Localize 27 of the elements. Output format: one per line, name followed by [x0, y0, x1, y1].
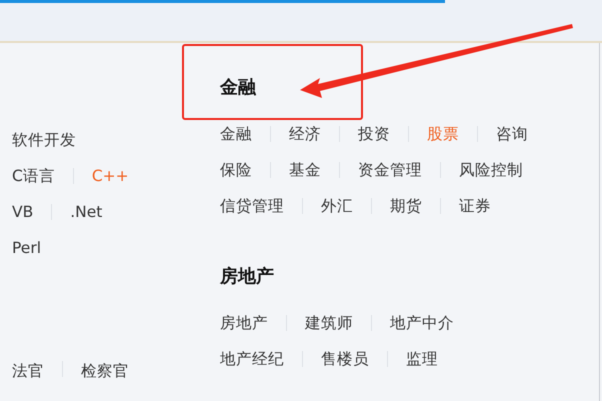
- category-link[interactable]: 地产经纪: [220, 348, 284, 370]
- category-link[interactable]: 检察官: [81, 361, 129, 382]
- category-link[interactable]: C语言: [12, 166, 55, 186]
- category-link[interactable]: 外汇: [321, 196, 353, 216]
- category-link[interactable]: .Net: [70, 203, 102, 221]
- section-heading: 房地产: [220, 265, 275, 289]
- category-link[interactable]: 经济: [289, 124, 321, 144]
- category-link[interactable]: 投资: [358, 124, 390, 144]
- category-link[interactable]: 房地产: [220, 312, 268, 334]
- category-link[interactable]: 软件开发: [12, 130, 76, 150]
- category-link[interactable]: 证券: [459, 196, 491, 216]
- category-link[interactable]: 风险控制: [459, 160, 523, 180]
- category-link[interactable]: 地产中介: [390, 312, 454, 334]
- section-heading: 金融: [220, 76, 257, 100]
- category-link[interactable]: 金融: [220, 124, 252, 144]
- category-link[interactable]: 保险: [220, 160, 252, 180]
- category-link[interactable]: VB: [12, 203, 34, 221]
- category-link[interactable]: 基金: [289, 160, 321, 180]
- category-link[interactable]: 信贷管理: [220, 196, 284, 216]
- category-link[interactable]: 建筑师: [305, 312, 353, 334]
- category-link[interactable]: 监理: [406, 348, 438, 370]
- category-link[interactable]: 售楼员: [321, 348, 369, 370]
- category-link[interactable]: Perl: [12, 239, 42, 257]
- category-link[interactable]: 法官: [12, 361, 44, 382]
- category-link[interactable]: 期货: [390, 196, 422, 216]
- category-link[interactable]: 资金管理: [358, 160, 422, 180]
- category-link[interactable]: 咨询: [496, 124, 528, 144]
